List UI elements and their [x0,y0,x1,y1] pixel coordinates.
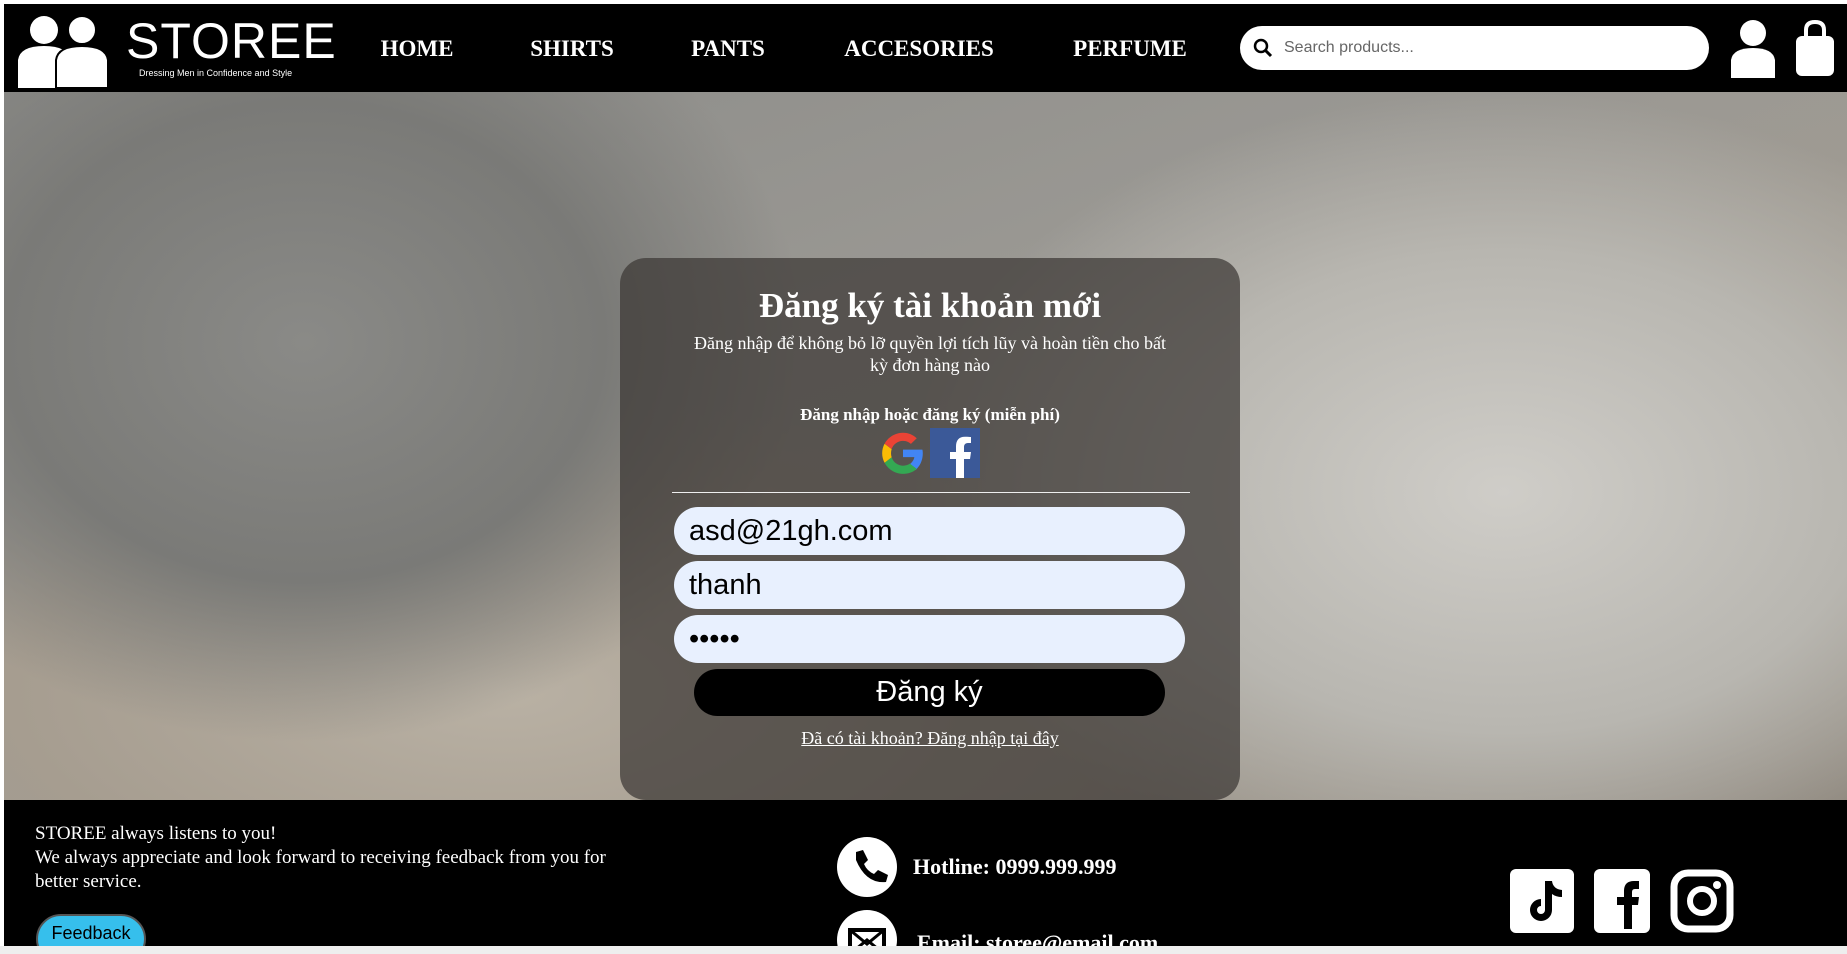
nav-pants[interactable]: PANTS [691,36,765,62]
tiktok-icon[interactable] [1510,869,1574,933]
email-text: Email: storee@email.com [917,930,1159,946]
bottom-strip [0,946,1847,954]
brand-name: STOREE [126,13,337,69]
footer-message: STOREE always listens to you! We always … [35,822,635,894]
nav-home[interactable]: HOME [381,36,454,62]
email-icon [837,910,897,946]
facebook-footer-icon[interactable] [1594,869,1650,933]
instagram-icon[interactable] [1670,869,1734,933]
search-bar [1240,26,1709,70]
brand-tagline: Dressing Men in Confidence and Style [139,68,293,78]
login-link[interactable]: Đã có tài khoản? Đăng nhập tại đây [620,728,1240,749]
name-input[interactable] [674,561,1185,609]
phone-icon [837,837,897,897]
men-silhouette-icon [18,15,109,88]
social-login-label: Đăng nhập hoặc đăng ký (miễn phí) [800,405,1060,424]
password-input[interactable] [674,615,1185,663]
search-input[interactable] [1284,26,1684,70]
divider [672,492,1190,493]
email-input[interactable] [674,507,1185,555]
footer-line-1: STOREE always listens to you! [35,823,277,844]
header: STOREE Dressing Men in Confidence and St… [4,4,1847,92]
register-card: Đăng ký tài khoản mới Đăng nhập để không… [620,258,1240,800]
nav-shirts[interactable]: SHIRTS [530,36,614,62]
hero-background: Đăng ký tài khoản mới Đăng nhập để không… [4,92,1847,800]
form-subtitle: Đăng nhập để không bỏ lỡ quyền lợi tích … [694,333,1166,375]
logo[interactable]: STOREE Dressing Men in Confidence and St… [14,10,336,88]
footer-line-2: We always appreciate and look forward to… [35,847,606,892]
google-icon[interactable] [878,428,928,478]
hotline-text: Hotline: 0999.999.999 [913,854,1117,879]
register-button[interactable]: Đăng ký [694,669,1165,716]
form-title: Đăng ký tài khoản mới [758,286,1102,325]
nav-accesories[interactable]: ACCESORIES [844,36,994,62]
user-icon[interactable] [1729,18,1777,78]
feedback-button[interactable]: Feedback [36,914,146,946]
facebook-icon[interactable] [930,428,980,478]
footer: STOREE always listens to you! We always … [4,800,1847,946]
search-icon [1253,38,1273,58]
nav-perfume[interactable]: PERFUME [1073,36,1187,62]
shopping-bag-icon[interactable] [1794,20,1836,76]
